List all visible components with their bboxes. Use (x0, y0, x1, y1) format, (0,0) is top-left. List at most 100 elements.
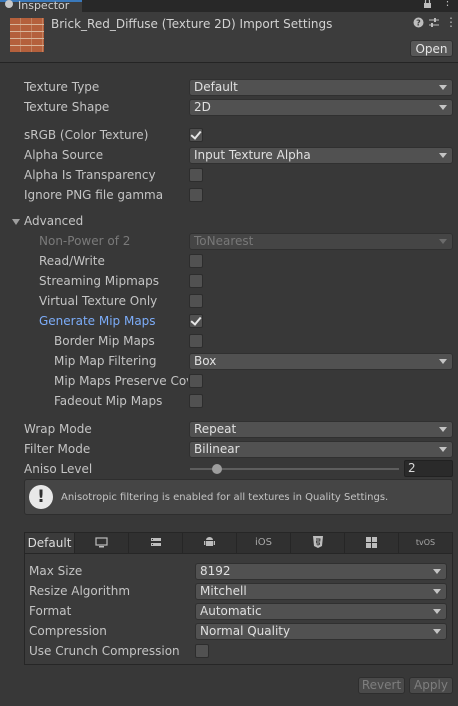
asset-title: Brick_Red_Diffuse (Texture 2D) Import Se… (51, 17, 333, 31)
alpha-source-label: Alpha Source (24, 148, 104, 162)
resize-algorithm-label: Resize Algorithm (29, 584, 131, 598)
chevron-down-icon (439, 427, 447, 432)
wrap-mode-value: Repeat (194, 422, 237, 436)
open-button[interactable]: Open (410, 40, 453, 57)
tab-ios-label: iOS (255, 537, 272, 548)
monitor-icon (95, 536, 108, 548)
ignore-png-gamma-label: Ignore PNG file gamma (24, 188, 164, 202)
srgb-checkbox[interactable] (189, 128, 203, 142)
windows-icon (366, 536, 377, 548)
read-write-label: Read/Write (39, 254, 105, 268)
read-write-checkbox[interactable] (189, 254, 203, 268)
alpha-is-transparency-checkbox[interactable] (189, 168, 203, 182)
max-size-dropdown[interactable]: 8192 (195, 563, 447, 580)
checkmark-icon (190, 314, 202, 326)
header-kebab-icon[interactable]: ⋮ (445, 15, 457, 29)
compression-dropdown[interactable]: Normal Quality (195, 623, 447, 640)
texture-shape-label: Texture Shape (24, 100, 110, 114)
mip-maps-preserve-coverage-checkbox[interactable] (189, 374, 203, 388)
wrap-mode-label: Wrap Mode (24, 422, 92, 436)
aniso-level-label: Aniso Level (24, 462, 93, 476)
max-size-label: Max Size (29, 564, 83, 578)
format-label: Format (29, 604, 72, 618)
html5-icon (312, 536, 323, 548)
alpha-is-transparency-label: Alpha Is Transparency (24, 168, 156, 182)
wrap-mode-dropdown[interactable]: Repeat (189, 421, 453, 438)
tab-windows-store[interactable] (345, 533, 399, 553)
mip-map-filtering-dropdown[interactable]: Box (189, 353, 453, 370)
chevron-down-icon (433, 569, 441, 574)
texture-shape-dropdown[interactable]: 2D (189, 99, 453, 116)
filter-mode-label: Filter Mode (24, 442, 91, 456)
alpha-source-dropdown[interactable]: Input Texture Alpha (189, 147, 453, 164)
virtual-texture-only-checkbox[interactable] (189, 294, 203, 308)
filter-mode-dropdown[interactable]: Bilinear (189, 441, 453, 458)
tab-webgl[interactable] (291, 533, 345, 553)
format-value: Automatic (200, 604, 262, 618)
non-power-of-2-dropdown: ToNearest (189, 233, 453, 250)
tab-android[interactable] (183, 533, 237, 553)
lock-icon[interactable] (423, 0, 432, 9)
warning-info-icon: ! (29, 485, 53, 509)
fadeout-mip-maps-label: Fadeout Mip Maps (54, 394, 163, 408)
ignore-png-gamma-checkbox[interactable] (189, 188, 203, 202)
kebab-menu-icon[interactable]: ⋮ (442, 0, 453, 7)
aniso-level-input[interactable]: 2 (404, 460, 453, 477)
format-dropdown[interactable]: Automatic (195, 603, 447, 620)
srgb-label: sRGB (Color Texture) (24, 128, 149, 142)
max-size-value: 8192 (200, 564, 231, 578)
tab-default[interactable]: Default (25, 533, 75, 553)
platform-settings-box: Default iOS tvOS Max Size 8192 Resize Al… (24, 532, 453, 665)
chevron-down-icon (439, 105, 447, 110)
texture-shape-value: 2D (194, 100, 211, 114)
server-icon (150, 537, 162, 548)
use-crunch-compression-label: Use Crunch Compression (29, 644, 180, 658)
tab-dedicated-server[interactable] (129, 533, 183, 553)
help-box: ! Anisotropic filtering is enabled for a… (24, 479, 453, 515)
chevron-down-icon (433, 609, 441, 614)
border-mip-maps-checkbox[interactable] (189, 334, 203, 348)
advanced-foldout[interactable]: Advanced (24, 214, 83, 228)
tab-inspector-label: Inspector (18, 0, 70, 12)
revert-button[interactable]: Revert (358, 677, 405, 694)
presets-icon[interactable] (428, 17, 440, 28)
generate-mip-maps-label: Generate Mip Maps (39, 314, 156, 328)
generate-mip-maps-checkbox[interactable] (189, 314, 203, 328)
platform-tabs: Default iOS tvOS (25, 533, 452, 554)
mip-map-filtering-label: Mip Map Filtering (54, 354, 157, 368)
compression-value: Normal Quality (200, 624, 291, 638)
chevron-down-icon (433, 629, 441, 634)
mip-map-filtering-value: Box (194, 354, 217, 368)
info-icon (5, 0, 13, 8)
border-mip-maps-label: Border Mip Maps (54, 334, 155, 348)
tab-inspector[interactable]: Inspector (0, 0, 82, 12)
apply-button[interactable]: Apply (409, 677, 453, 694)
help-message: Anisotropic filtering is enabled for all… (61, 492, 389, 503)
android-icon (204, 536, 215, 548)
aniso-level-slider-thumb[interactable] (212, 464, 223, 474)
non-power-of-2-value: ToNearest (194, 234, 254, 248)
chevron-down-icon (439, 153, 447, 158)
virtual-texture-only-label: Virtual Texture Only (39, 294, 158, 308)
resize-algorithm-dropdown[interactable]: Mitchell (195, 583, 447, 600)
chevron-down-icon (439, 447, 447, 452)
resize-algorithm-value: Mitchell (200, 584, 247, 598)
tab-standalone[interactable] (75, 533, 129, 553)
use-crunch-compression-checkbox[interactable] (195, 644, 209, 658)
chevron-down-icon (439, 239, 447, 244)
texture-type-label: Texture Type (24, 80, 100, 94)
tab-tvos[interactable]: tvOS (399, 533, 452, 553)
fadeout-mip-maps-checkbox[interactable] (189, 394, 203, 408)
foldout-arrow-icon[interactable] (12, 219, 20, 225)
chevron-down-icon (439, 359, 447, 364)
filter-mode-value: Bilinear (194, 442, 240, 456)
compression-label: Compression (29, 624, 107, 638)
streaming-mipmaps-checkbox[interactable] (189, 274, 203, 288)
help-icon[interactable]: ? (413, 17, 424, 28)
chevron-down-icon (433, 589, 441, 594)
texture-type-dropdown[interactable]: Default (189, 79, 453, 96)
inspector-header: Brick_Red_Diffuse (Texture 2D) Import Se… (0, 12, 458, 63)
svg-text:?: ? (416, 19, 421, 28)
streaming-mipmaps-label: Streaming Mipmaps (39, 274, 160, 288)
tab-ios[interactable]: iOS (237, 533, 291, 553)
